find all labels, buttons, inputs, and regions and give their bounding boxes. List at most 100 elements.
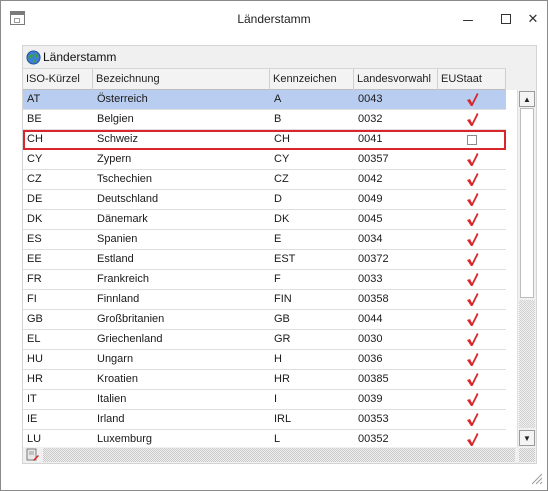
column-header-name[interactable]: Bezeichnung [93,69,270,90]
cell-name: Luxemburg [97,433,153,445]
countries-table: AT Österreich A 0043 BE Belgien B 0032 CH Schweiz… [23,90,517,447]
table-row[interactable]: DK Dänemark DK 0045 [23,210,506,230]
cell-name: Deutschland [97,193,159,205]
table-row[interactable]: AT Österreich A 0043 [23,90,506,110]
table-row[interactable]: HR Kroatien HR 00385 [23,370,506,390]
table-row[interactable]: GB Großbritanien GB 0044 [23,310,506,330]
cell-code: FIN [274,293,292,305]
cell-dial: 00385 [358,373,389,385]
cell-eu[interactable] [438,390,506,409]
cell-name: Dänemark [97,213,148,225]
cell-eu[interactable] [438,110,506,129]
cell-eu[interactable] [438,170,506,189]
scroll-up-button[interactable]: ▲ [519,91,535,107]
cell-iso: FI [27,293,37,305]
cell-iso: BE [27,113,42,125]
red-checkmark-icon [467,213,479,226]
table-row[interactable]: IT Italien I 0039 [23,390,506,410]
cell-code: GR [274,333,291,345]
table-row[interactable]: CZ Tschechien CZ 0042 [23,170,506,190]
cell-eu[interactable] [438,190,506,209]
cell-name: Estland [97,253,134,265]
red-checkmark-icon [467,253,479,266]
cell-eu[interactable] [438,90,506,109]
resize-grip-icon[interactable] [529,471,543,485]
cell-eu[interactable] [438,130,506,149]
title-bar[interactable]: Länderstamm ✕ [1,1,547,37]
cell-eu[interactable] [438,430,506,447]
column-header-dial[interactable]: Landesvorwahl [354,69,438,90]
triangle-up-icon: ▲ [523,94,531,104]
cell-name: Ungarn [97,353,134,365]
table-row[interactable]: HU Ungarn H 0036 [23,350,506,370]
scroll-corner [519,448,535,462]
empty-checkbox-icon [467,135,477,145]
cell-code: CH [274,133,290,145]
red-checkmark-icon [467,173,479,186]
cell-code: F [274,273,281,285]
cell-code: IRL [274,413,292,425]
cell-eu[interactable] [438,370,506,389]
cell-iso: GB [27,313,43,325]
table-row[interactable]: CY Zypern CY 00357 [23,150,506,170]
column-header-iso[interactable]: ISO-Kürzel [23,69,93,90]
cell-eu[interactable] [438,330,506,349]
cell-iso: HU [27,353,43,365]
window: Länderstamm ✕ Länderstamm ISO-Kürzel Bez… [0,0,548,491]
table-row[interactable]: CH Schweiz CH 0041 [23,130,506,150]
cell-eu[interactable] [438,310,506,329]
table-row[interactable]: EL Griechenland GR 0030 [23,330,506,350]
cell-eu[interactable] [438,270,506,289]
column-header-code[interactable]: Kennzeichen [270,69,354,90]
cell-iso: EE [27,253,42,265]
cell-dial: 0039 [358,393,383,405]
cell-dial: 00372 [358,253,389,265]
minimize-button[interactable] [453,6,483,32]
cell-eu[interactable] [438,250,506,269]
maximize-icon [501,14,511,24]
table-row[interactable]: IE Irland IRL 00353 [23,410,506,430]
red-checkmark-icon [467,333,479,346]
table-row[interactable]: FI Finnland FIN 00358 [23,290,506,310]
triangle-down-icon: ▼ [523,433,531,443]
maximize-button[interactable] [491,6,521,32]
scroll-down-button[interactable]: ▼ [519,430,535,446]
vertical-scrollbar[interactable]: ▲ ▼ [517,90,536,447]
cell-eu[interactable] [438,290,506,309]
table-row[interactable]: DE Deutschland D 0049 [23,190,506,210]
cell-code: I [274,393,278,405]
cell-dial: 0036 [358,353,383,365]
cell-code: E [274,233,282,245]
cell-eu[interactable] [438,410,506,429]
table-row[interactable]: EE Estland EST 00372 [23,250,506,270]
cell-eu[interactable] [438,150,506,169]
red-checkmark-icon [467,393,479,406]
cell-dial: 0042 [358,173,383,185]
cell-name: Großbritanien [97,313,165,325]
cell-code: DK [274,213,290,225]
table-footer [23,447,536,463]
red-checkmark-icon [467,313,479,326]
close-button[interactable]: ✕ [518,6,548,32]
cell-eu[interactable] [438,350,506,369]
cell-dial: 0045 [358,213,383,225]
cell-eu[interactable] [438,210,506,229]
scroll-track[interactable] [519,300,535,428]
cell-name: Zypern [97,153,132,165]
table-row[interactable]: ES Spanien E 0034 [23,230,506,250]
table-row[interactable]: BE Belgien B 0032 [23,110,506,130]
red-checkmark-icon [467,433,479,446]
table-row[interactable]: FR Frankreich F 0033 [23,270,506,290]
red-checkmark-icon [467,93,479,106]
cell-eu[interactable] [438,230,506,249]
scroll-thumb[interactable] [520,108,534,298]
horizontal-scroll-track[interactable] [43,448,515,462]
panel-header: Länderstamm [23,46,536,68]
cell-code: L [274,433,281,445]
column-header-eu[interactable]: EUStaat [438,69,506,90]
cell-dial: 00353 [358,413,389,425]
cell-name: Schweiz [97,133,138,145]
table-row[interactable]: LU Luxemburg L 00352 [23,430,506,447]
cell-iso: LU [27,433,42,445]
edit-record-icon[interactable] [26,448,40,462]
